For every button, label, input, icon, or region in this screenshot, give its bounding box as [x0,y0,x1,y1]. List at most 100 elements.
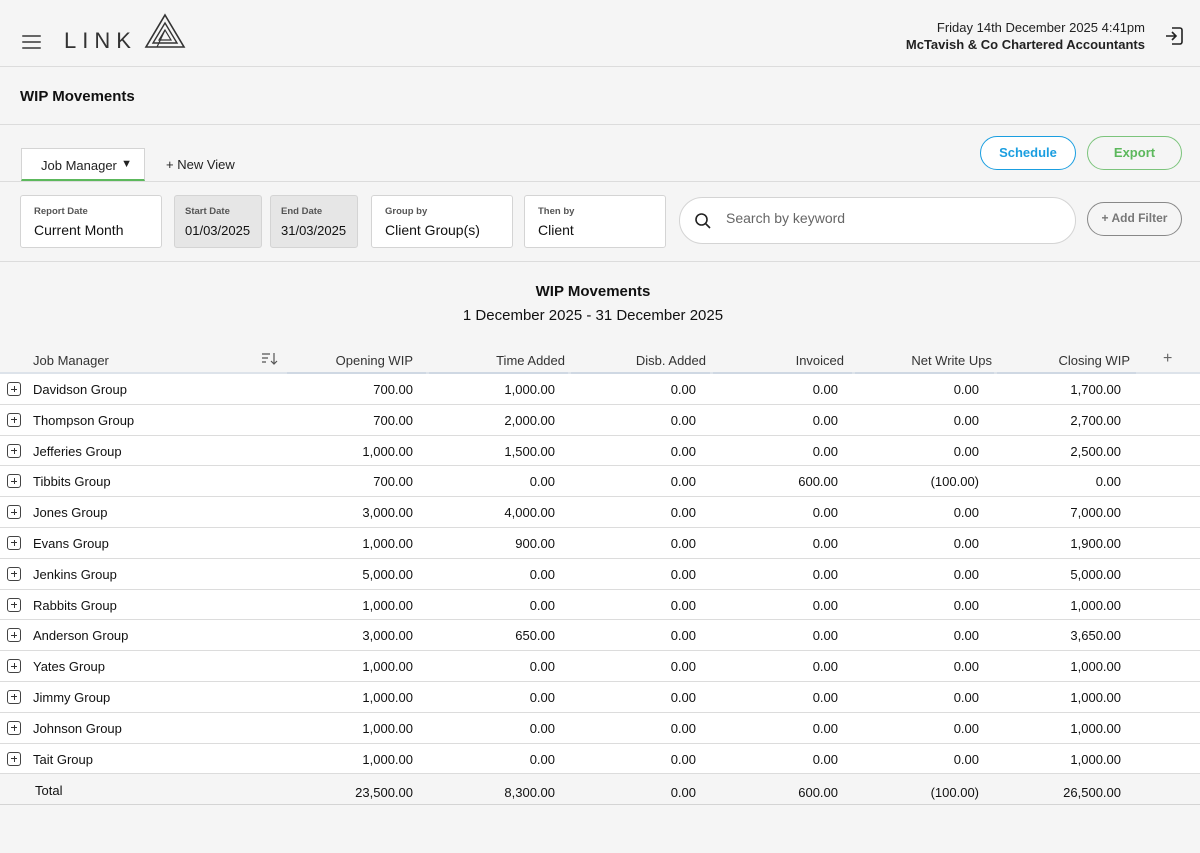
cell-invoiced: 0.00 [812,382,838,397]
col-header-invoiced[interactable]: Invoiced [718,353,844,368]
expand-row-icon[interactable] [7,566,21,581]
page-background [0,805,1200,853]
expand-row-icon[interactable] [7,659,21,674]
cell-net-write-ups: 0.00 [953,535,979,551]
expand-row-icon[interactable] [7,751,21,766]
cell-disb-added: 0.00 [670,505,696,521]
cell-closing-wip: 2,700.00 [1070,412,1121,428]
table-row[interactable]: Davidson Group 700.00 1,000.00 0.00 0.00 0.00… [0,374,1200,405]
cell-time-added: 0.00 [529,597,555,613]
end-date-field[interactable]: End Date 31/03/2025 [270,195,358,248]
cell-invoiced: 0.00 [812,751,838,767]
report-date-value: Current Month [34,222,124,238]
expand-row-icon[interactable] [7,505,21,520]
expand-row-icon[interactable] [7,443,21,458]
total-opening-wip: 23,500.00 [355,785,413,801]
table-row[interactable]: Tibbits Group 700.00 0.00 0.00 600.00 (100.00… [0,466,1200,498]
cell-net-write-ups: 0.00 [953,597,979,613]
row-group-name: Thompson Group [33,412,135,428]
cell-opening-wip: 3,000.00 [362,505,413,521]
cell-closing-wip: 1,000.00 [1070,751,1121,767]
page-title: WIP Movements [20,88,135,105]
table-row[interactable]: Thompson Group 700.00 2,000.00 0.00 0.00 0.00… [0,404,1200,436]
cell-net-write-ups: 0.00 [953,505,979,521]
table-row[interactable]: Rabbits Group 1,000.00 0.00 0.00 0.00 0.00 1,0… [0,589,1200,621]
col-header-job-manager[interactable]: Job Manager [33,353,109,368]
col-header-net-write-ups[interactable]: Net Write Ups [865,353,992,368]
expand-row-icon[interactable] [7,535,21,550]
expand-row-icon[interactable] [7,689,21,704]
table-row[interactable]: Evans Group 1,000.00 900.00 0.00 0.00 0.00 1,9… [0,527,1200,559]
cell-disb-added: 0.00 [670,751,696,767]
cell-opening-wip: 700.00 [373,382,413,397]
col-header-disb-added[interactable]: Disb. Added [580,353,706,368]
cell-net-write-ups: (100.00) [930,474,979,490]
cell-time-added: 2,000.00 [504,412,555,428]
cell-opening-wip: 3,000.00 [362,628,413,644]
cell-time-added: 0.00 [529,720,555,736]
sort-icon[interactable] [261,352,279,366]
cell-time-added: 1,000.00 [504,382,555,397]
col-header-opening-wip[interactable]: Opening WIP [290,353,413,368]
col-header-closing-wip[interactable]: Closing WIP [1004,353,1130,368]
expand-row-icon[interactable] [7,474,21,489]
cell-net-write-ups: 0.00 [953,443,979,459]
expand-row-icon[interactable] [7,628,21,643]
row-group-name: Jenkins Group [33,566,117,582]
end-date-label: End Date [281,206,323,217]
row-group-name: Evans Group [33,535,109,551]
table-row[interactable]: Anderson Group 3,000.00 650.00 0.00 0.00 0.00… [0,620,1200,652]
cell-opening-wip: 1,000.00 [362,751,413,767]
total-row: Total 23,500.00 8,300.00 0.00 600.00 (100.00)… [0,774,1200,806]
cell-disb-added: 0.00 [670,443,696,459]
export-button[interactable]: Export [1087,136,1182,170]
group-by-label: Group by [385,206,428,217]
menu-icon[interactable] [22,35,41,49]
group-by-select[interactable]: Group by Client Group(s) [371,195,513,248]
cell-disb-added: 0.00 [670,535,696,551]
cell-closing-wip: 1,000.00 [1070,720,1121,736]
table-row[interactable]: Jimmy Group 1,000.00 0.00 0.00 0.00 0.00 1,000… [0,681,1200,713]
view-select-job-manager[interactable]: Job Manager ▼ [21,148,145,181]
add-filter-button[interactable]: + Add Filter [1087,202,1182,236]
table-row[interactable]: Yates Group 1,000.00 0.00 0.00 0.00 0.00 1,000… [0,651,1200,682]
then-by-select[interactable]: Then by Client [524,195,666,248]
cell-opening-wip: 1,000.00 [362,689,413,705]
add-column-icon[interactable]: + [1163,350,1172,368]
expand-row-icon[interactable] [7,412,21,427]
report-date-select[interactable]: Report Date Current Month [20,195,162,248]
cell-disb-added: 0.00 [670,412,696,428]
cell-time-added: 0.00 [529,689,555,705]
expand-row-icon[interactable] [7,382,21,396]
schedule-button[interactable]: Schedule [980,136,1076,170]
report-date-range: 1 December 2025 - 31 December 2025 [462,307,724,324]
table-row[interactable]: Jones Group 3,000.00 4,000.00 0.00 0.00 0.00 7… [0,497,1200,528]
cell-time-added: 650.00 [515,628,555,644]
cell-time-added: 900.00 [515,535,555,551]
logout-icon[interactable] [1164,26,1184,46]
cell-disb-added: 0.00 [670,566,696,582]
table-row[interactable]: Jenkins Group 5,000.00 0.00 0.00 0.00 0.00 5,0… [0,558,1200,590]
total-net-write-ups: (100.00) [930,785,979,801]
row-group-name: Jimmy Group [33,689,111,705]
expand-row-icon[interactable] [7,597,21,612]
cell-opening-wip: 1,000.00 [362,597,413,613]
cell-time-added: 0.00 [529,566,555,582]
wip-table: Job Manager Opening WIP Time Added Disb.… [0,346,1200,806]
header-datetime: Friday 14th December 2025 4:41pm [936,20,1145,35]
new-view-link[interactable]: + New View [166,157,235,172]
cell-opening-wip: 5,000.00 [362,566,413,582]
cell-time-added: 0.00 [529,474,555,490]
table-row[interactable]: Johnson Group 1,000.00 0.00 0.00 0.00 0.00 1,0… [0,712,1200,744]
cell-disb-added: 0.00 [670,628,696,644]
cell-disb-added: 0.00 [670,659,696,675]
start-date-field[interactable]: Start Date 01/03/2025 [174,195,262,248]
table-row[interactable]: Tait Group 1,000.00 0.00 0.00 0.00 0.00 1,000.… [0,743,1200,775]
start-date-label: Start Date [185,206,230,217]
table-row[interactable]: Jefferies Group 1,000.00 1,500.00 0.00 0.00 0… [0,435,1200,467]
col-header-time-added[interactable]: Time Added [440,353,565,368]
total-time-added: 8,300.00 [504,785,555,801]
cell-closing-wip: 2,500.00 [1070,443,1121,459]
expand-row-icon[interactable] [7,720,21,735]
search-input[interactable] [726,210,1056,226]
